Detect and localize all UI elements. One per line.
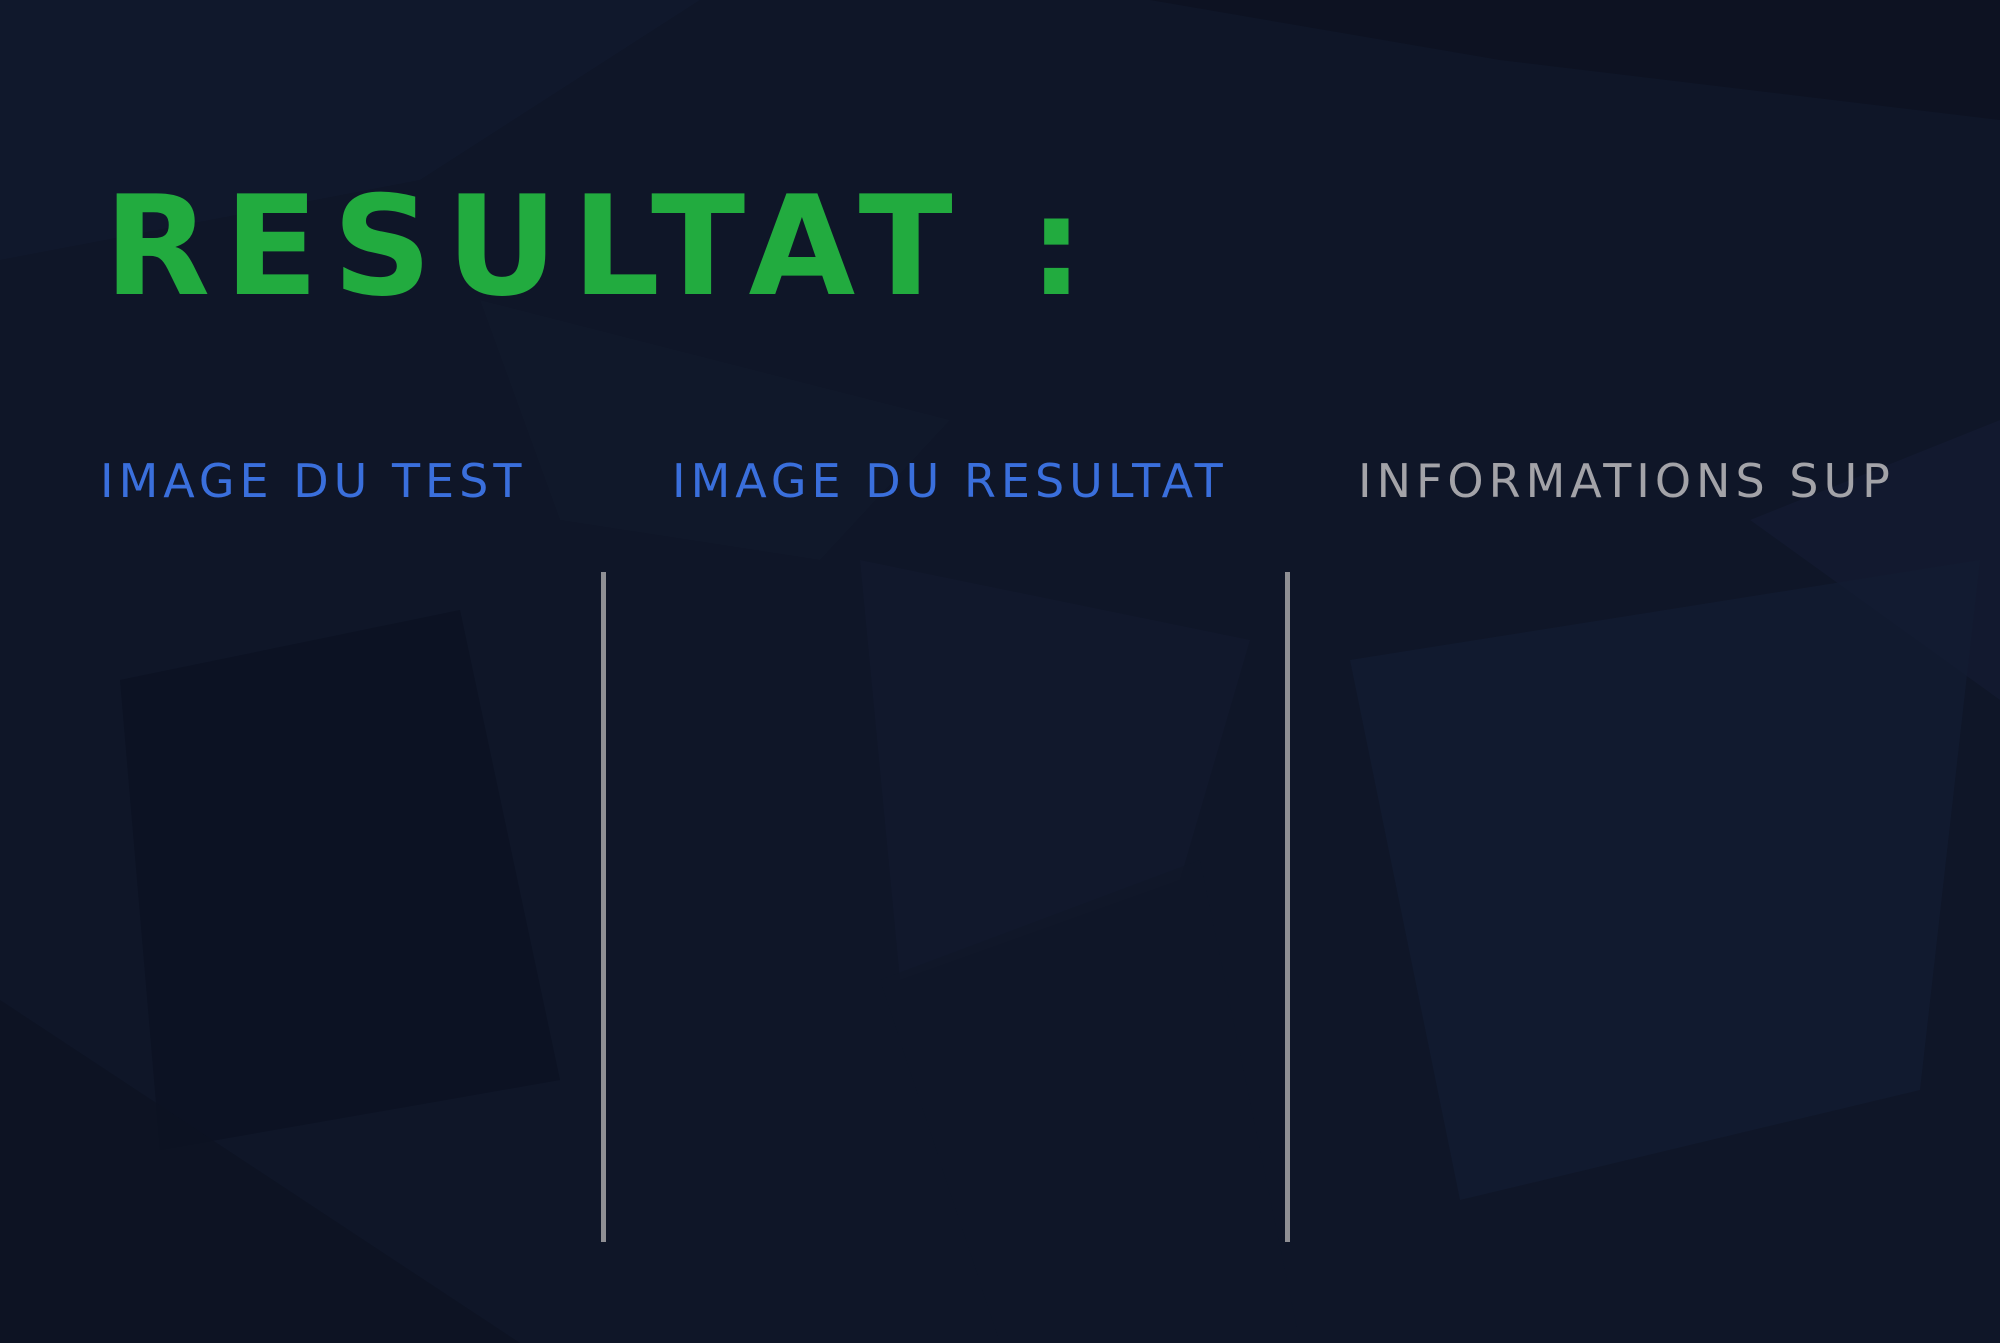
result-image-area — [620, 572, 1260, 1242]
column-divider-right — [1285, 572, 1290, 1242]
extra-info-area — [1306, 572, 1926, 1242]
column-divider-left — [601, 572, 606, 1242]
column-heading-extra-info: Informations sup — [1358, 454, 1895, 508]
page-title: Resultat : — [104, 166, 1098, 327]
column-heading-test-image: Image du test — [100, 454, 527, 508]
test-image-area — [100, 572, 580, 1242]
column-heading-result-image: Image du resultat — [672, 454, 1228, 508]
